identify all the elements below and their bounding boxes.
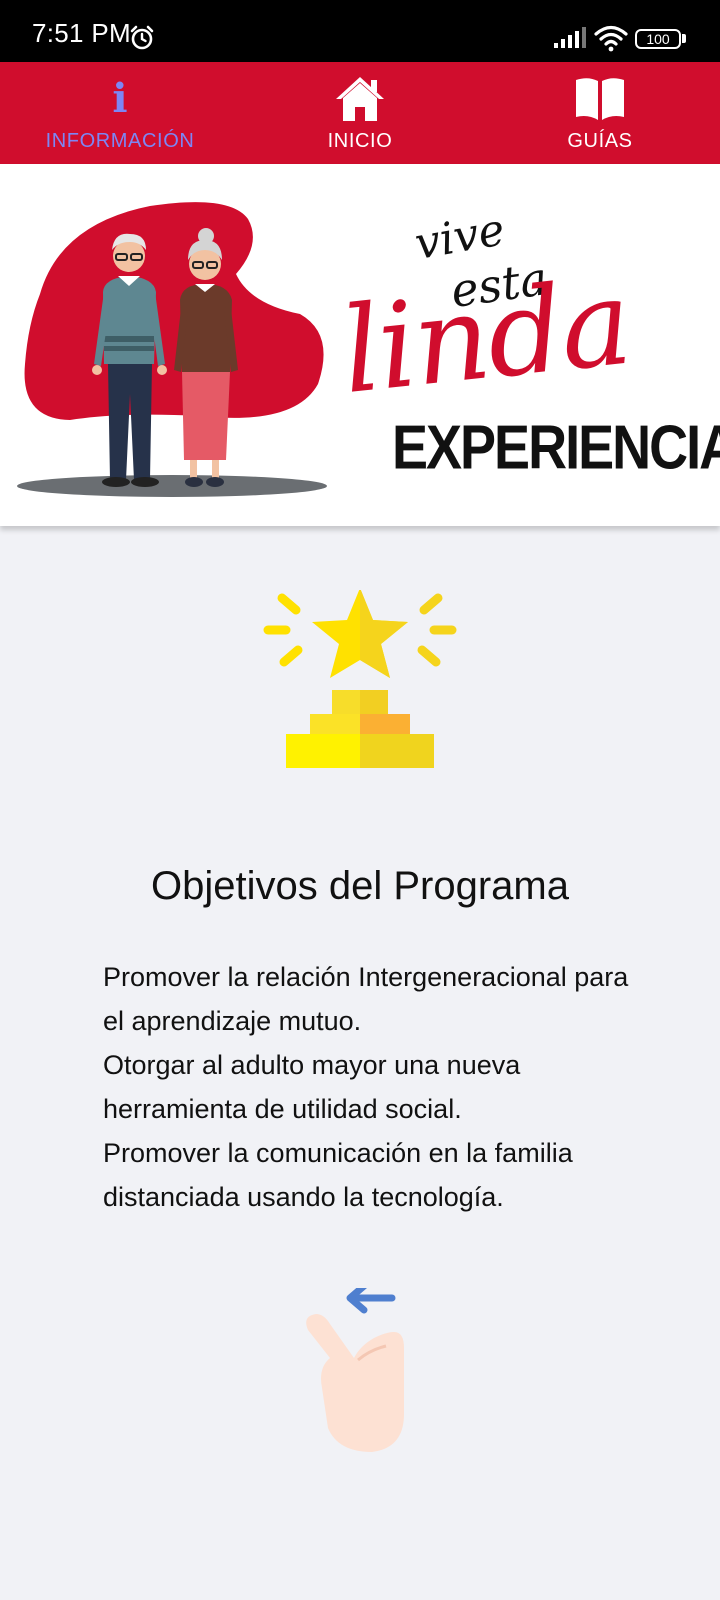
- top-navigation-bar: i INFORMACIÓN INICIO GUÍAS: [0, 62, 720, 164]
- signal-strength-icon: [554, 27, 586, 48]
- battery-icon: 100: [635, 29, 681, 49]
- slogan-line-3: linda: [335, 252, 636, 420]
- nav-tab-guias[interactable]: GUÍAS: [480, 62, 720, 164]
- swipe-left-hint-icon[interactable]: [300, 1288, 420, 1468]
- status-bar: 7:51 PM 100: [0, 0, 720, 62]
- book-icon: [576, 78, 624, 120]
- nav-tab-label: INFORMACIÓN: [45, 130, 195, 152]
- alarm-clock-icon: [130, 25, 154, 50]
- battery-level: 100: [646, 31, 670, 47]
- hero-banner: vive esta linda EXPERIENCIA!: [0, 164, 720, 526]
- section-title: Objetivos del Programa: [151, 864, 569, 908]
- elderly-couple-illustration: [17, 202, 327, 497]
- wifi-icon: [594, 25, 628, 52]
- objective-item: Promover la relación Intergeneracional p…: [103, 962, 629, 1036]
- info-icon: i: [112, 75, 128, 122]
- home-icon: [336, 77, 384, 121]
- objective-item: Otorgar al adulto mayor una nueva herram…: [103, 1050, 521, 1124]
- slogan-line-4: EXPERIENCIA!: [392, 413, 720, 483]
- battery-tip: [682, 34, 686, 43]
- nav-tab-label: INICIO: [327, 130, 393, 152]
- nav-tab-inicio[interactable]: INICIO: [240, 62, 480, 164]
- objective-item: Promover la comunicación en la familia d…: [103, 1138, 573, 1212]
- nav-tab-label: GUÍAS: [567, 130, 633, 152]
- status-time: 7:51 PM: [32, 18, 131, 48]
- star-podium-icon: [263, 590, 457, 768]
- nav-tab-informacion[interactable]: i INFORMACIÓN: [0, 62, 240, 164]
- objectives-text: Promover la relación Intergeneracional p…: [103, 955, 643, 1219]
